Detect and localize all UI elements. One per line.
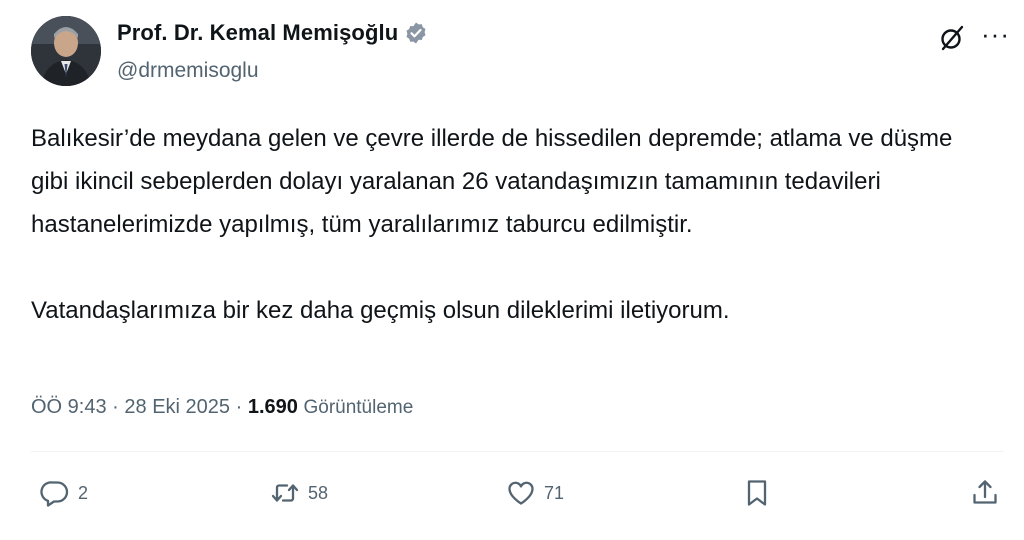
share-button[interactable] [970,478,1000,508]
reply-icon [40,481,69,507]
tweet-time[interactable]: ÖÖ 9:43 [31,396,107,418]
author-handle[interactable]: @drmemisoglu [117,59,259,83]
retweet-count: 58 [308,482,329,503]
tweet-meta: ÖÖ 9:43 · 28 Eki 2025 · 1.690 Görüntülem… [31,396,413,419]
divider [31,451,1004,452]
tweet-date[interactable]: 28 Eki 2025 [124,396,230,418]
like-icon [508,481,534,505]
views-label: Görüntüleme [303,397,414,418]
views-count: 1.690 [247,396,298,418]
like-button[interactable]: 71 [506,478,564,508]
reply-button[interactable]: 2 [40,478,88,508]
author-display-name[interactable]: Prof. Dr. Kemal Memişoğlu [117,20,398,46]
avatar[interactable] [31,16,101,86]
tweet-paragraph: Balıkesir’de meydana gelen ve çevre ille… [31,125,953,238]
author-name-row: Prof. Dr. Kemal Memişoğlu [117,20,428,46]
bookmark-icon [747,480,767,506]
reply-count: 2 [78,482,89,503]
avatar-photo [31,16,101,86]
like-count: 71 [544,482,565,503]
meta-separator: · [112,396,119,418]
verified-badge-icon[interactable] [404,21,428,45]
retweet-button[interactable]: 58 [270,478,328,508]
bookmark-button[interactable] [742,478,772,508]
tweet-text: Balıkesir’de meydana gelen ve çevre ille… [31,117,991,332]
share-icon [973,480,997,504]
more-options-icon[interactable]: ··· [981,21,1010,47]
tweet-paragraph: Vatandaşlarımıza bir kez daha geçmiş ols… [31,297,730,324]
meta-separator: · [235,396,243,418]
grok-icon[interactable] [938,24,966,52]
retweet-icon [271,484,299,502]
